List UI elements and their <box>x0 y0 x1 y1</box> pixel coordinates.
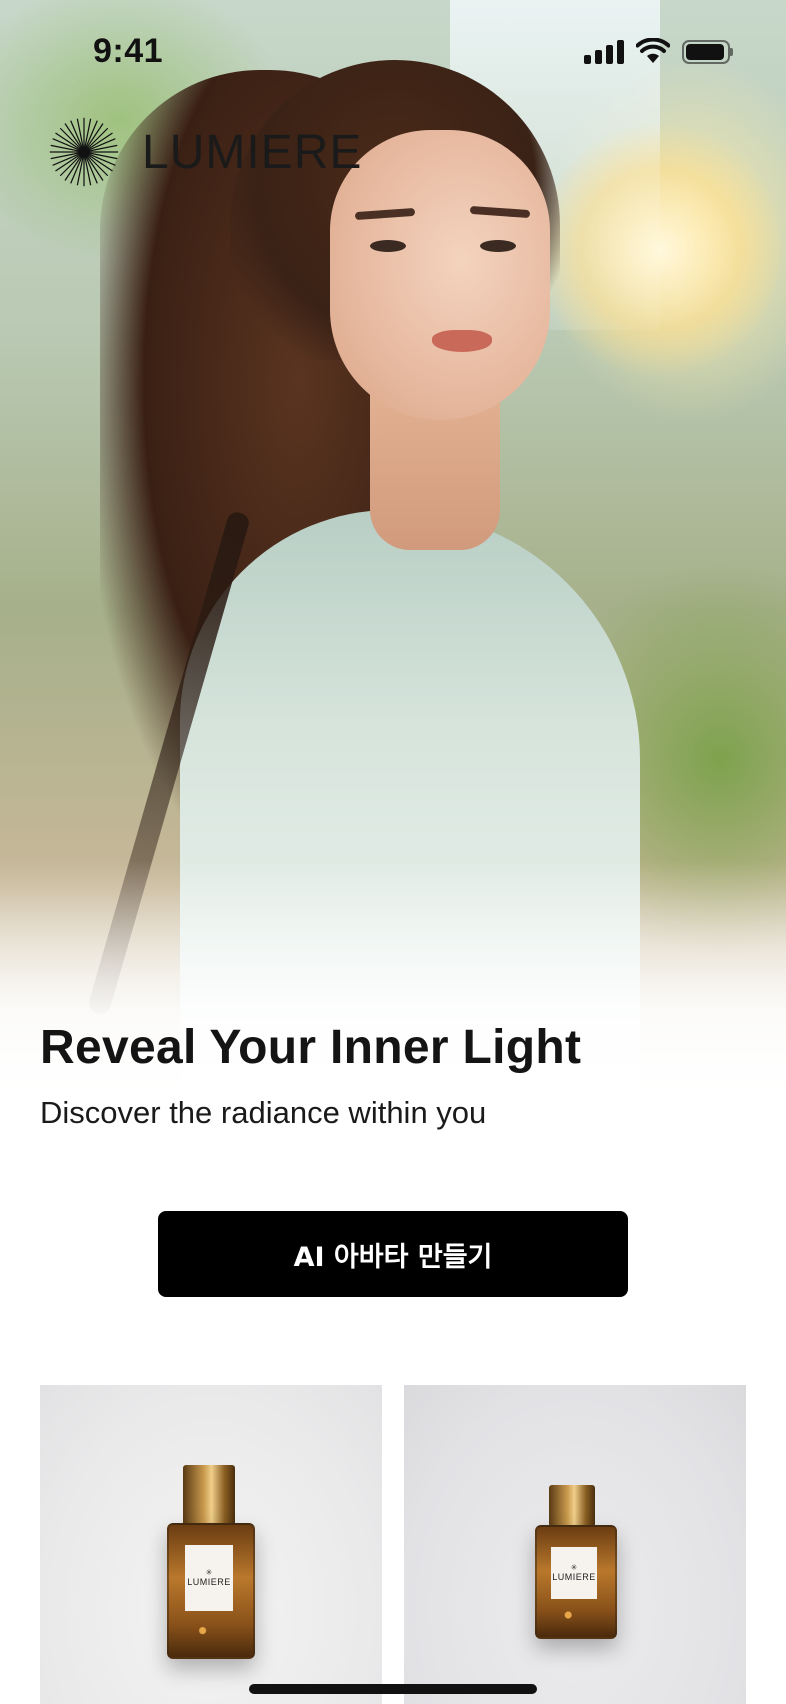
hero-subhead: Discover the radiance within you <box>40 1095 487 1130</box>
product-label: LUMIERE <box>552 1572 596 1582</box>
label-star-icon: ✳ <box>570 1563 578 1572</box>
model-eye-right <box>480 240 516 252</box>
hero-headline: Reveal Your Inner Light <box>40 1021 582 1074</box>
cellular-signal-icon <box>584 40 626 64</box>
perfume-bottle-image: ✳ LUMIERE <box>531 1485 621 1655</box>
home-indicator[interactable] <box>249 1684 537 1694</box>
brand-logo[interactable]: LUMIERE <box>46 112 362 192</box>
status-bar: 9:41 <box>0 0 786 104</box>
sunburst-icon <box>49 117 119 187</box>
product-label: LUMIERE <box>187 1577 231 1587</box>
label-star-icon: ✳ <box>205 1568 213 1577</box>
battery-icon <box>682 40 733 64</box>
wifi-icon <box>636 38 670 63</box>
product-card[interactable]: ✳ LUMIERE <box>404 1385 746 1704</box>
perfume-bottle-image: ✳ LUMIERE <box>167 1465 257 1665</box>
model-eye-left <box>370 240 406 252</box>
product-card[interactable]: ✳ LUMIERE <box>40 1385 382 1704</box>
brand-name: LUMIERE <box>142 125 363 179</box>
status-time: 9:41 <box>93 32 164 70</box>
model-face <box>330 130 550 420</box>
create-ai-avatar-button[interactable]: AI 아바타 만들기 <box>158 1211 628 1297</box>
model-lips <box>432 330 492 352</box>
